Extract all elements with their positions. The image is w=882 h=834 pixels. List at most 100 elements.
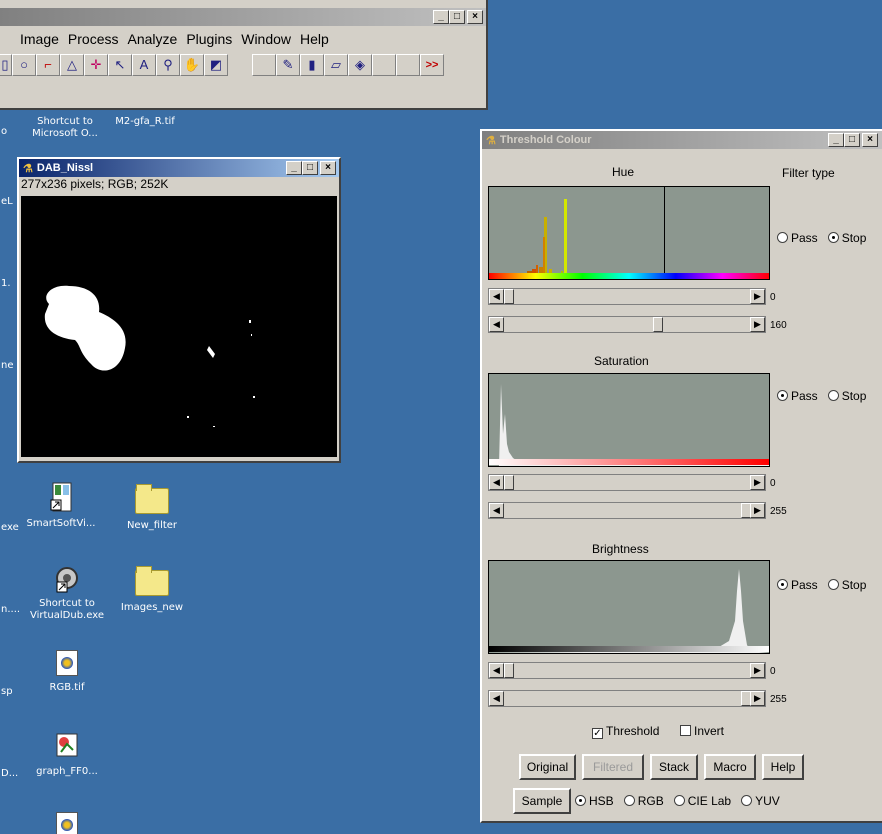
hue-min-thumb[interactable]	[504, 289, 514, 304]
desktop-icon-m2-gfa[interactable]: M2-gfa_R.tif	[100, 116, 190, 128]
desktop-icon-virtualdub[interactable]: Shortcut to VirtualDub.exe	[22, 562, 112, 622]
scroll-right-icon[interactable]: ▶	[750, 663, 765, 678]
rectangle-tool-icon[interactable]: ▯	[0, 54, 12, 76]
scroll-right-icon[interactable]: ▶	[750, 475, 765, 490]
close-button[interactable]: ×	[320, 161, 336, 175]
oval-tool-icon[interactable]: ○	[12, 54, 36, 76]
stack-button[interactable]: Stack	[650, 754, 698, 780]
menu-help[interactable]: Help	[300, 31, 329, 47]
line-tool-icon[interactable]: ↖	[108, 54, 132, 76]
desktop-icon-shortcut-microsoft[interactable]: Shortcut to Microsoft O...	[20, 116, 110, 140]
minimize-button[interactable]: _	[286, 161, 302, 175]
desktop-icon-graph[interactable]: graph_FF0...	[22, 730, 112, 778]
maximize-button[interactable]: □	[449, 10, 465, 24]
brightness-stop-label: Stop	[841, 578, 867, 592]
image-canvas[interactable]	[21, 196, 337, 457]
eraser-icon[interactable]: ▱	[324, 54, 348, 76]
saturation-min-thumb[interactable]	[504, 475, 514, 490]
close-button[interactable]: ×	[862, 133, 878, 147]
scroll-left-icon[interactable]: ◀	[489, 475, 504, 490]
folder-icon	[135, 566, 169, 596]
empty-tool-slot[interactable]	[372, 54, 396, 76]
desktop-icon-new-filter[interactable]: New_filter	[107, 484, 197, 532]
hue-max-slider[interactable]: ◀ ▶	[488, 316, 766, 333]
scroll-right-icon[interactable]: ▶	[750, 503, 765, 518]
hand-icon[interactable]: ✋	[180, 54, 204, 76]
scroll-left-icon[interactable]: ◀	[489, 691, 504, 706]
brightness-filter-options: Pass Stop	[777, 578, 866, 592]
hue-pass-radio[interactable]: Pass	[777, 231, 818, 245]
empty-tool-slot[interactable]	[252, 54, 276, 76]
hue-stop-radio[interactable]: Stop	[827, 231, 866, 245]
brightness-pass-label: Pass	[791, 578, 818, 592]
threshold-colour-window: ⚗ Threshold Colour _ □ × Hue Filter type…	[480, 129, 882, 823]
more-tools-button[interactable]: >>	[420, 54, 444, 76]
maximize-button[interactable]: □	[844, 133, 860, 147]
scroll-left-icon[interactable]: ◀	[489, 663, 504, 678]
scroll-right-icon[interactable]: ▶	[750, 289, 765, 304]
flood-fill-icon[interactable]: ◈	[348, 54, 372, 76]
toolbar-spacer	[228, 54, 252, 76]
help-button[interactable]: Help	[762, 754, 804, 780]
empty-tool-slot[interactable]	[396, 54, 420, 76]
saturation-max-slider[interactable]: ◀ ▶	[488, 502, 766, 519]
freehand-tool-icon[interactable]: △	[60, 54, 84, 76]
saturation-min-slider[interactable]: ◀ ▶	[488, 474, 766, 491]
brush-icon[interactable]: ▮	[300, 54, 324, 76]
desktop-edge-label: n....	[1, 604, 21, 615]
sample-button[interactable]: Sample	[513, 788, 571, 814]
menu-image[interactable]: Image	[20, 31, 59, 47]
desktop-edge-label: eL	[1, 196, 13, 207]
hue-max-thumb[interactable]	[653, 317, 663, 332]
graph-file-icon	[56, 733, 78, 757]
saturation-pass-label: Pass	[791, 389, 818, 403]
desktop-edge-label: o	[1, 126, 8, 137]
filtered-button[interactable]: Filtered	[582, 754, 644, 780]
macro-button[interactable]: Macro	[704, 754, 756, 780]
desktop-icon-smartsoft[interactable]: SmartSoftVi...	[16, 482, 106, 530]
text-tool-icon[interactable]: A	[132, 54, 156, 76]
menu-plugins[interactable]: Plugins	[186, 31, 232, 47]
menu-analyze[interactable]: Analyze	[128, 31, 178, 47]
magnifier-icon[interactable]: ⚲	[156, 54, 180, 76]
dropper-icon[interactable]: ◩	[204, 54, 228, 76]
hue-label: Hue	[612, 165, 635, 179]
hue-filter-options: Pass Stop	[777, 231, 866, 245]
maximize-button[interactable]: □	[302, 161, 318, 175]
brightness-min-slider[interactable]: ◀ ▶	[488, 662, 766, 679]
desktop-icon-rgb-tif[interactable]: RGB.tif	[22, 650, 112, 694]
brightness-pass-radio[interactable]: Pass	[777, 578, 818, 592]
pencil-icon[interactable]: ✎	[276, 54, 300, 76]
scroll-right-icon[interactable]: ▶	[750, 691, 765, 706]
color-space-options: HSB RGB CIE Lab YUV	[575, 794, 780, 808]
original-button[interactable]: Original	[519, 754, 576, 780]
invert-checkbox[interactable]: Invert	[680, 724, 724, 738]
threshold-checkbox[interactable]: ✓ Threshold	[592, 724, 659, 739]
polygon-tool-icon[interactable]: ⌐	[36, 54, 60, 76]
scroll-left-icon[interactable]: ◀	[489, 289, 504, 304]
brightness-max-slider[interactable]: ◀ ▶	[488, 690, 766, 707]
minimize-button[interactable]: _	[828, 133, 844, 147]
saturation-pass-radio[interactable]: Pass	[777, 389, 818, 403]
radio-icon	[575, 795, 586, 806]
scroll-right-icon[interactable]: ▶	[750, 317, 765, 332]
scroll-left-icon[interactable]: ◀	[489, 317, 504, 332]
threshold-titlebar: ⚗ Threshold Colour _ □ ×	[482, 131, 882, 149]
menu-window[interactable]: Window	[241, 31, 291, 47]
yuv-radio[interactable]: YUV	[741, 794, 780, 808]
saturation-stop-radio[interactable]: Stop	[827, 389, 866, 403]
cie-lab-radio[interactable]: CIE Lab	[673, 794, 731, 808]
close-button[interactable]: ×	[467, 10, 483, 24]
brightness-min-thumb[interactable]	[504, 663, 514, 678]
hue-min-slider[interactable]: ◀ ▶	[488, 288, 766, 305]
scroll-left-icon[interactable]: ◀	[489, 503, 504, 518]
radio-icon	[741, 795, 753, 806]
desktop-icon-partial[interactable]	[22, 812, 112, 834]
desktop-icon-images-new[interactable]: Images_new	[107, 566, 197, 614]
hsb-radio[interactable]: HSB	[575, 794, 614, 808]
menu-process[interactable]: Process	[68, 31, 119, 47]
minimize-button[interactable]: _	[433, 10, 449, 24]
brightness-stop-radio[interactable]: Stop	[827, 578, 867, 592]
rgb-radio[interactable]: RGB	[623, 794, 664, 808]
point-tool-icon[interactable]: ✛	[84, 54, 108, 76]
